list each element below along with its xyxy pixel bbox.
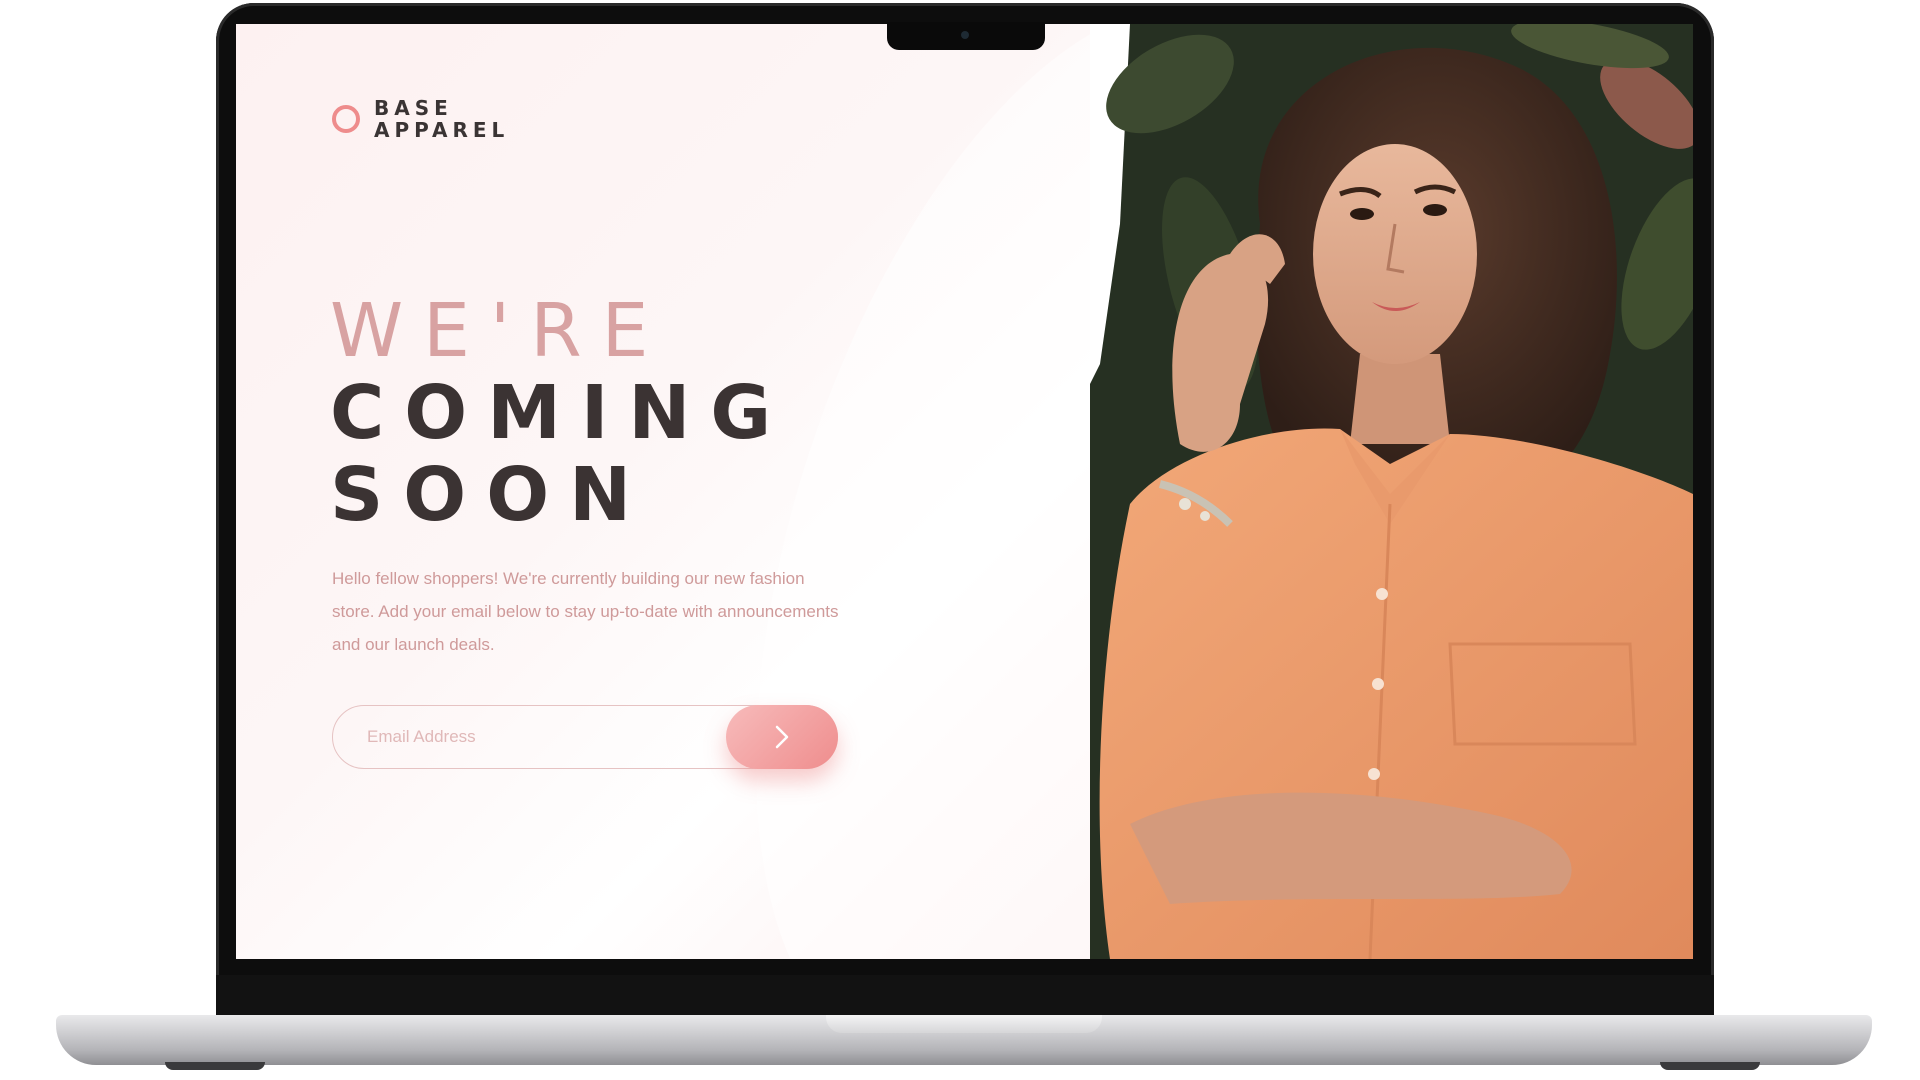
logo-line-2: APPAREL (374, 118, 510, 142)
brand-logo[interactable]: BASE APPAREL (332, 97, 509, 141)
logo-ring-icon (332, 105, 360, 133)
page-headline: WE'RE COMING SOON (330, 290, 791, 536)
screen: BASE APPAREL WE'RE COMING SOON Hello fel… (236, 24, 1693, 959)
submit-button[interactable] (726, 705, 838, 769)
headline-line-1: WE'RE (330, 288, 669, 374)
woman-in-orange-shirt-photo (1090, 24, 1693, 959)
camera-notch (887, 22, 1045, 50)
laptop-base (56, 1015, 1872, 1065)
headline-line-2: COMING (330, 370, 792, 456)
trackpad-notch (826, 1015, 1102, 1033)
hero-photo (1090, 24, 1693, 959)
logo-text: BASE APPAREL (374, 97, 509, 141)
logo-line-1: BASE (374, 96, 453, 120)
content-panel: BASE APPAREL WE'RE COMING SOON Hello fel… (236, 24, 1090, 959)
intro-description: Hello fellow shoppers! We're currently b… (332, 569, 839, 654)
chevron-right-icon (775, 725, 789, 749)
email-signup-form (332, 705, 838, 769)
camera-icon (961, 31, 969, 39)
headline-line-3: SOON (330, 452, 652, 538)
laptop-foot-left (165, 1062, 265, 1070)
laptop-bezel-bottom (216, 975, 1714, 1015)
laptop-foot-right (1660, 1062, 1760, 1070)
